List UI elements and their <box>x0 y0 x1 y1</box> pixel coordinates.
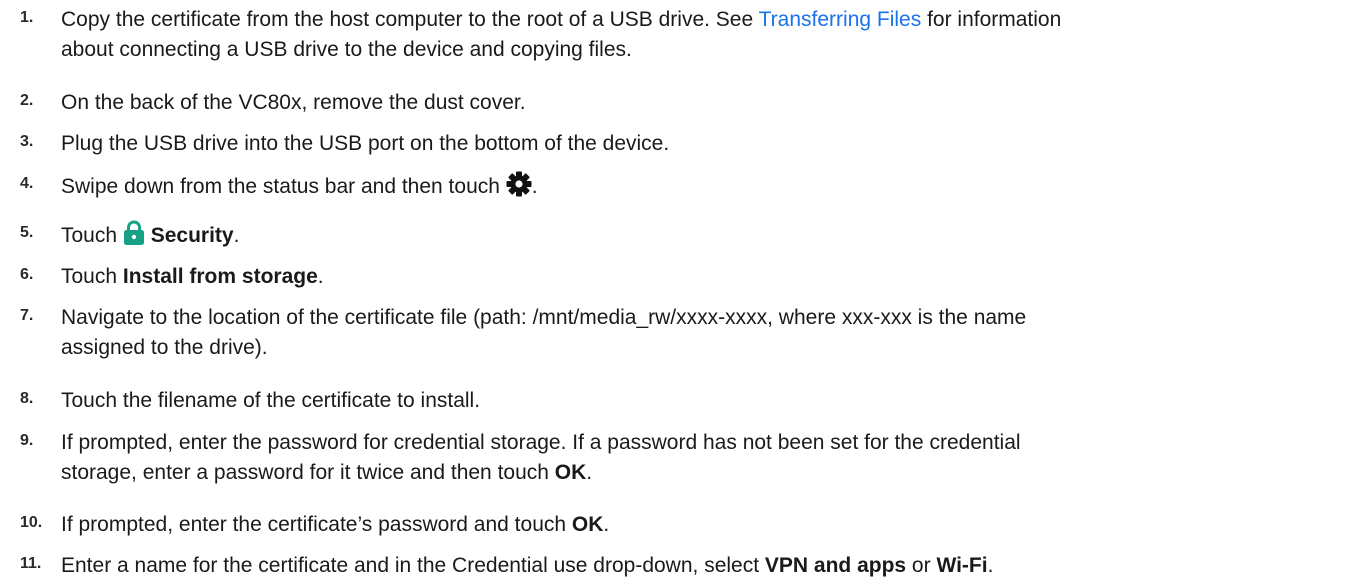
step-text: On the back of the VC80x, remove the dus… <box>61 91 526 114</box>
step-text-part: . <box>603 513 610 536</box>
install-from-storage-label: Install from storage <box>122 265 318 288</box>
step-4: 4. Swipe down from the status bar and th… <box>0 171 1347 203</box>
step-text-part: . <box>317 265 324 288</box>
step-number: 4. <box>20 175 34 192</box>
step-text-part: Enter a name for the certificate and in … <box>61 554 765 577</box>
step-number: 3. <box>20 133 34 150</box>
step-number: 9. <box>20 432 34 449</box>
step-number: 8. <box>20 390 34 407</box>
step-10: 10. If prompted, enter the certificate’s… <box>0 510 1347 540</box>
step-text-part: Copy the certificate from the host compu… <box>61 8 759 31</box>
step-text: Touch the filename of the certificate to… <box>61 389 481 412</box>
step-text: Plug the USB drive into the USB port on … <box>61 132 670 155</box>
step-text-part: or <box>906 554 937 577</box>
step-11: 11. Enter a name for the certificate and… <box>0 551 1347 581</box>
step-text-part: for information <box>921 8 1062 31</box>
step-number: 1. <box>20 9 34 26</box>
step-number: 10. <box>20 514 43 531</box>
step-8: 8. Touch the filename of the certificate… <box>0 386 1347 416</box>
step-5: 5. Touch Security. <box>0 220 1347 252</box>
step-text: Navigate to the location of the certific… <box>61 303 1331 363</box>
step-text: If prompted, enter the certificate’s pas… <box>61 510 1331 540</box>
ok-label: OK <box>571 513 604 536</box>
step-text-part: assigned to the drive). <box>61 336 268 359</box>
step-number: 5. <box>20 224 34 241</box>
step-text-part: Navigate to the location of the certific… <box>61 306 1027 329</box>
step-number: 11. <box>20 555 42 572</box>
step-text-part: If prompted, enter the certificate’s pas… <box>61 513 572 536</box>
gear-icon <box>506 171 532 206</box>
step-text: Enter a name for the certificate and in … <box>61 551 1331 581</box>
step-text-part: . <box>531 175 538 198</box>
step-text: Swipe down from the status bar and then … <box>61 171 1331 206</box>
step-text-part: If prompted, enter the password for cred… <box>61 431 1021 454</box>
step-1: 1. Copy the certificate from the host co… <box>0 5 1347 65</box>
step-text-part: Touch <box>61 224 123 247</box>
step-7: 7. Navigate to the location of the certi… <box>0 303 1347 363</box>
ok-label: OK <box>554 461 587 484</box>
step-text: Touch Security. <box>61 220 1331 255</box>
step-text-part: about connecting a USB drive to the devi… <box>61 38 632 61</box>
step-text-part: . <box>233 224 240 247</box>
step-number: 2. <box>20 92 34 109</box>
step-3: 3. Plug the USB drive into the USB port … <box>0 129 1347 159</box>
step-9: 9. If prompted, enter the password for c… <box>0 428 1347 488</box>
step-text-part: . <box>586 461 593 484</box>
step-text: Copy the certificate from the host compu… <box>61 5 1331 65</box>
wifi-label: Wi-Fi <box>936 554 988 577</box>
step-number: 7. <box>20 307 34 324</box>
step-text-part: . <box>987 554 994 577</box>
step-2: 2. On the back of the VC80x, remove the … <box>0 88 1347 118</box>
transferring-files-link[interactable]: Transferring Files <box>759 8 922 31</box>
step-text-part: Swipe down from the status bar and then … <box>61 175 506 198</box>
vpn-and-apps-label: VPN and apps <box>764 554 907 577</box>
step-text-part: Touch <box>61 265 123 288</box>
step-6: 6. Touch Install from storage. <box>0 262 1347 292</box>
step-text: Touch Install from storage. <box>61 262 1331 292</box>
security-label: Security <box>150 224 234 247</box>
lock-icon <box>123 220 145 255</box>
step-number: 6. <box>20 266 34 283</box>
step-text-part: storage, enter a password for it twice a… <box>61 461 555 484</box>
step-text: If prompted, enter the password for cred… <box>61 428 1331 488</box>
